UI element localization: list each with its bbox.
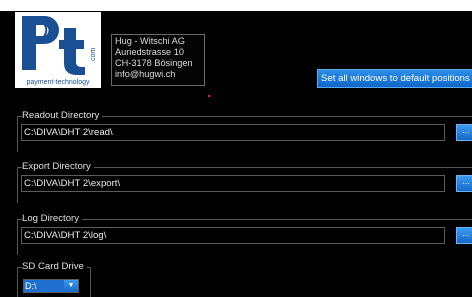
address-email: info@hugwi.ch (115, 69, 176, 79)
log-browse-button[interactable]: ... (456, 227, 472, 244)
address-company: Hug - Witschi AG (115, 36, 185, 46)
readout-browse-button[interactable]: ... (456, 124, 472, 141)
logo-domain: .com (90, 48, 97, 63)
readout-directory-field[interactable]: C:\DIVA\DHT 2\read\ (21, 124, 445, 141)
address-street: Auriedstrasse 10 (115, 47, 184, 57)
pt-logo-mark: .com (22, 16, 97, 75)
log-directory-group: Log Directory C:\DIVA\DHT 2\log\ ... (17, 213, 472, 255)
reset-window-positions-button[interactable]: Set all windows to default positions (317, 69, 472, 88)
top-strip (0, 0, 472, 11)
logo-tagline: payment-technology (26, 79, 90, 86)
readout-directory-group: Readout Directory C:\DIVA\DHT 2\read\ ..… (17, 110, 472, 152)
company-logo: .com payment-technology (15, 12, 101, 88)
company-address: Hug - Witschi AG Auriedstrasse 10 CH-317… (111, 34, 205, 86)
log-directory-label: Log Directory (22, 213, 83, 224)
red-marker-dot (208, 95, 210, 97)
export-directory-field[interactable]: C:\DIVA\DHT 2\export\ (21, 175, 445, 192)
log-directory-field[interactable]: C:\DIVA\DHT 2\log\ (21, 227, 445, 244)
sd-card-drive-select[interactable]: D:\ ▼ (23, 279, 79, 293)
sd-card-drive-group: SD Card Drive D:\ ▼ (17, 261, 91, 297)
readout-directory-label: Readout Directory (22, 110, 103, 121)
address-city: CH-3178 Bösingen (115, 58, 193, 68)
sd-card-drive-value: D:\ (24, 280, 65, 292)
export-directory-label: Export Directory (22, 161, 94, 172)
export-directory-group: Export Directory C:\DIVA\DHT 2\export\ .… (17, 161, 472, 203)
export-browse-button[interactable]: ... (456, 175, 472, 192)
chevron-down-icon[interactable]: ▼ (64, 280, 78, 292)
sd-card-drive-label: SD Card Drive (22, 261, 87, 272)
